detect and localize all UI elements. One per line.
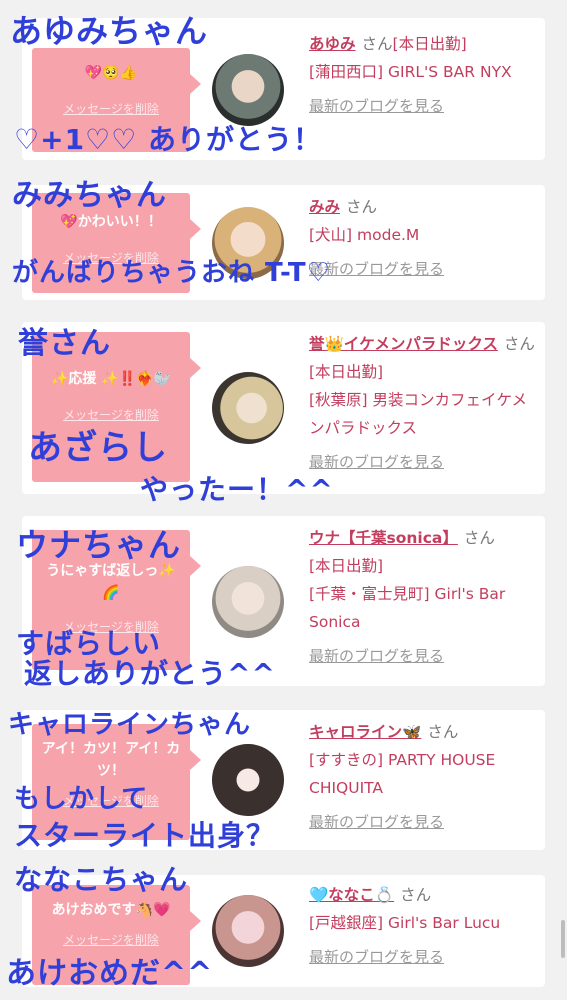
profile-card: 💖🥺👍 メッセージを削除 あゆみ さん[本日出勤] [蒲田西口] GIRL'S B… xyxy=(22,18,545,160)
avatar[interactable] xyxy=(212,372,284,444)
shop-name: [犬山] mode.M xyxy=(309,226,420,244)
honorific: さん xyxy=(361,35,393,53)
attendance-status: [本日出勤] xyxy=(392,35,467,53)
profile-info: キャロライン🦋 さん [すすきの] PARTY HOUSE CHIQUITA 最新… xyxy=(309,718,541,836)
honorific: さん xyxy=(463,529,495,547)
message-bubble: 💖かわいい！！ メッセージを削除 xyxy=(32,193,201,293)
profile-name-link[interactable]: 🩵ななこ💍 xyxy=(309,886,394,904)
shop-name: [蒲田西口] GIRL'S BAR NYX xyxy=(309,63,512,81)
honorific: さん xyxy=(346,198,378,216)
message-text: ✨応援 ✨‼️❤️‍🔥🦭 xyxy=(50,371,172,387)
shop-name: [戸越銀座] Girl's Bar Lucu xyxy=(309,914,501,932)
delete-message-link[interactable]: メッセージを削除 xyxy=(38,790,184,812)
profile-card: アイ！カツ！アイ！カツ！ メッセージを削除 キャロライン🦋 さん [すすきの] P… xyxy=(22,710,545,850)
profile-info: みみ さん [犬山] mode.M 最新のブログを見る xyxy=(309,193,541,283)
profile-info: ウナ【千葉sonica】 さん [本日出勤] [千葉・富士見町] Girl's B… xyxy=(309,524,541,670)
latest-blog-link[interactable]: 最新のブログを見る xyxy=(309,943,541,971)
attendance-status: [本日出勤] xyxy=(309,557,384,575)
profile-card: ✨応援 ✨‼️❤️‍🔥🦭 メッセージを削除 誉👑イケメンパラドックス さん [本日出… xyxy=(22,322,545,494)
profile-name-link[interactable]: キャロライン🦋 xyxy=(309,723,421,741)
profile-name-link[interactable]: みみ xyxy=(309,198,340,216)
message-text: 💖かわいい！！ xyxy=(60,214,162,230)
message-bubble: 💖🥺👍 メッセージを削除 xyxy=(32,48,201,152)
shop-name: [千葉・富士見町] Girl's Bar Sonica xyxy=(309,585,506,631)
avatar[interactable] xyxy=(212,566,284,638)
delete-message-link[interactable]: メッセージを削除 xyxy=(38,616,184,638)
profile-card: 💖かわいい！！ メッセージを削除 みみ さん [犬山] mode.M 最新のブログ… xyxy=(22,185,545,300)
delete-message-link[interactable]: メッセージを削除 xyxy=(38,929,184,951)
profile-card: うにゃすば返しっ✨🌈 メッセージを削除 ウナ【千葉sonica】 さん [本日出勤… xyxy=(22,516,545,686)
latest-blog-link[interactable]: 最新のブログを見る xyxy=(309,448,541,476)
message-bubble: うにゃすば返しっ✨🌈 メッセージを削除 xyxy=(32,530,201,670)
shop-name: [秋葉原] 男装コンカフェイケメンパラドックス xyxy=(309,391,528,437)
honorific: さん xyxy=(427,723,459,741)
shop-name: [すすきの] PARTY HOUSE CHIQUITA xyxy=(309,751,496,797)
scrollbar[interactable] xyxy=(561,920,565,958)
message-text: あけおめです🐴💗 xyxy=(51,902,171,918)
profile-info: あゆみ さん[本日出勤] [蒲田西口] GIRL'S BAR NYX 最新のブログ… xyxy=(309,30,541,120)
message-text: うにゃすば返しっ✨🌈 xyxy=(46,563,176,601)
message-bubble: ✨応援 ✨‼️❤️‍🔥🦭 メッセージを削除 xyxy=(32,332,201,482)
profile-name-link[interactable]: 誉👑イケメンパラドックス xyxy=(309,335,498,353)
avatar[interactable] xyxy=(212,744,284,816)
profile-info: 🩵ななこ💍 さん [戸越銀座] Girl's Bar Lucu 最新のブログを見る xyxy=(309,881,541,971)
attendance-status: [本日出勤] xyxy=(309,363,384,381)
profile-info: 誉👑イケメンパラドックス さん [本日出勤] [秋葉原] 男装コンカフェイケメンパラ… xyxy=(309,330,541,476)
honorific: さん xyxy=(400,886,432,904)
delete-message-link[interactable]: メッセージを削除 xyxy=(38,404,184,426)
latest-blog-link[interactable]: 最新のブログを見る xyxy=(309,808,541,836)
profile-name-link[interactable]: あゆみ xyxy=(309,35,356,53)
avatar[interactable] xyxy=(212,207,284,279)
message-bubble: あけおめです🐴💗 メッセージを削除 xyxy=(32,885,201,985)
message-bubble: アイ！カツ！アイ！カツ！ メッセージを削除 xyxy=(32,724,201,840)
profile-card: あけおめです🐴💗 メッセージを削除 🩵ななこ💍 さん [戸越銀座] Girl's … xyxy=(22,875,545,987)
avatar[interactable] xyxy=(212,895,284,967)
latest-blog-link[interactable]: 最新のブログを見る xyxy=(309,642,541,670)
message-text: 💖🥺👍 xyxy=(84,65,138,81)
avatar[interactable] xyxy=(212,54,284,126)
delete-message-link[interactable]: メッセージを削除 xyxy=(38,98,184,120)
profile-name-link[interactable]: ウナ【千葉sonica】 xyxy=(309,529,458,547)
delete-message-link[interactable]: メッセージを削除 xyxy=(38,247,184,269)
latest-blog-link[interactable]: 最新のブログを見る xyxy=(309,255,541,283)
honorific: さん xyxy=(503,335,535,353)
latest-blog-link[interactable]: 最新のブログを見る xyxy=(309,92,541,120)
message-text: アイ！カツ！アイ！カツ！ xyxy=(41,741,181,779)
